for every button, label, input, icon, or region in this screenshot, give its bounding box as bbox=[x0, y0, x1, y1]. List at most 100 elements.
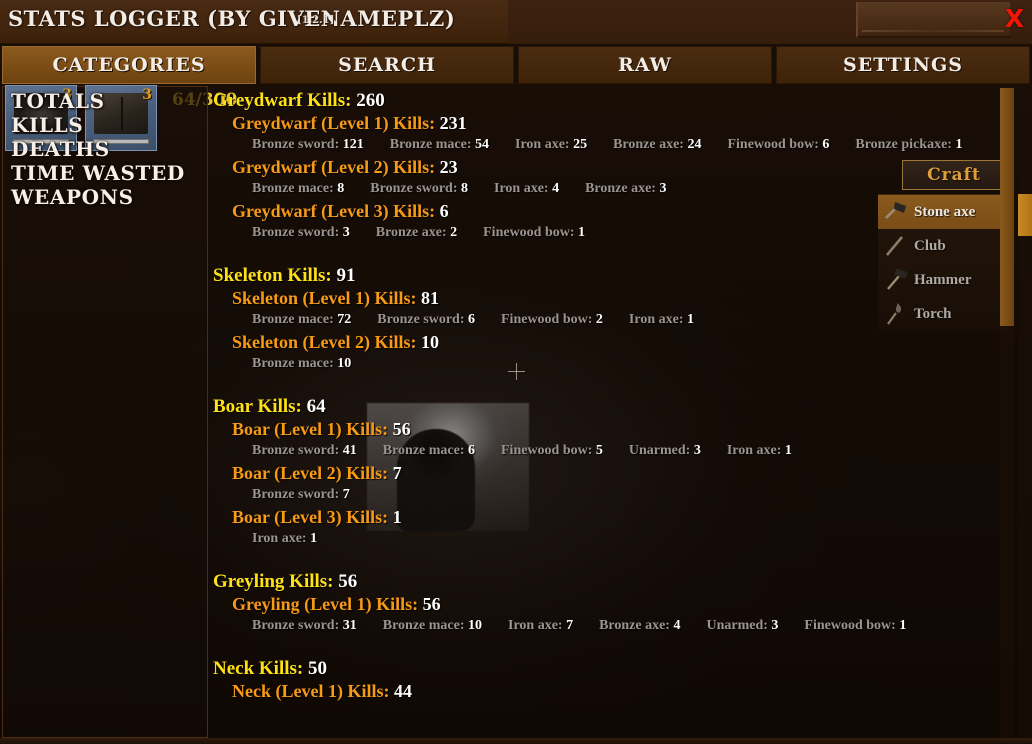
stats-weapon-name: Finewood bow: bbox=[804, 618, 896, 633]
stats-weapon-entry: Bronze mace: 10 bbox=[383, 618, 482, 633]
stats-weapon-count: 3 bbox=[693, 443, 701, 458]
stats-weapon-name: Bronze sword: bbox=[252, 443, 340, 458]
stats-weapon-name: Finewood bow: bbox=[483, 225, 575, 240]
stats-weapon-count: 10 bbox=[468, 618, 482, 633]
stats-level-name: Boar (Level 1) Kills: bbox=[232, 419, 389, 439]
stats-level-count: 231 bbox=[439, 113, 467, 133]
stats-weapon-entry: Bronze axe: 4 bbox=[599, 618, 680, 633]
axe-icon bbox=[882, 199, 910, 225]
stats-weapon-count: 72 bbox=[337, 312, 352, 327]
sidebar-item-totals[interactable]: Totals bbox=[11, 89, 185, 113]
craft-button[interactable]: Craft bbox=[902, 160, 1006, 190]
stats-group-name: Greyling Kills: bbox=[213, 571, 334, 592]
stats-weapon-name: Bronze sword: bbox=[252, 137, 340, 152]
stats-level-title: Boar (Level 1) Kills: 56 bbox=[208, 418, 994, 440]
stats-weapon-entry: Bronze sword: 3 bbox=[252, 225, 350, 240]
tab-settings[interactable]: Settings bbox=[776, 46, 1030, 84]
stats-weapon-name: Bronze mace: bbox=[389, 137, 472, 152]
stats-weapon-name: Bronze axe: bbox=[585, 181, 656, 196]
craft-item-label: Torch bbox=[914, 305, 952, 322]
stats-level-name: Greydwarf (Level 2) Kills: bbox=[232, 157, 436, 177]
stats-group-name: Neck Kills: bbox=[213, 658, 304, 679]
category-sidebar: 33 Totals Kills Deaths Time Wasted Weapons bbox=[2, 85, 208, 738]
game-panel-scrollbar-thumb[interactable] bbox=[1018, 194, 1032, 236]
stats-weapon-entry: Bronze mace: 54 bbox=[390, 137, 489, 152]
craft-item-label: Hammer bbox=[914, 271, 972, 288]
sidebar-item-time-wasted[interactable]: Time Wasted bbox=[11, 161, 185, 185]
version-label: [1.2.1] bbox=[297, 15, 335, 26]
stats-logger-window: Stats Logger (by givenameplz) [1.2.1] X … bbox=[0, 0, 1032, 744]
stats-weapon-name: Finewood bow: bbox=[501, 443, 593, 458]
craft-item-hammer[interactable]: Hammer bbox=[878, 263, 1008, 297]
stats-weapon-count: 1 bbox=[310, 531, 318, 546]
stats-level-count: 23 bbox=[439, 157, 458, 177]
stats-level-title: Neck (Level 1) Kills: 44 bbox=[208, 680, 994, 702]
tab-raw[interactable]: Raw bbox=[518, 46, 772, 84]
window-title: Stats Logger (by givenameplz) bbox=[8, 6, 456, 31]
craft-item-label: Club bbox=[914, 237, 946, 254]
stats-weapon-breakdown: Bronze sword: 31 Bronze mace: 10 Iron axe:… bbox=[208, 615, 994, 637]
stats-weapon-entry: Bronze axe: 2 bbox=[376, 225, 457, 240]
stats-weapon-entry: Bronze sword: 41 bbox=[252, 443, 357, 458]
stats-weapon-count: 1 bbox=[578, 225, 586, 240]
stats-level-name: Skeleton (Level 2) Kills: bbox=[232, 332, 417, 352]
stats-weapon-name: Unarmed: bbox=[706, 618, 768, 633]
stats-weapon-name: Bronze axe: bbox=[375, 225, 447, 240]
stats-weapon-count: 3 bbox=[771, 618, 779, 633]
stats-weapon-name: Bronze axe: bbox=[613, 137, 684, 152]
stats-weapon-count: 41 bbox=[342, 443, 357, 458]
craft-item-torch[interactable]: Torch bbox=[878, 297, 1008, 331]
stats-weapon-breakdown: Iron axe: 1 bbox=[208, 528, 994, 550]
stats-level-name: Skeleton (Level 1) Kills: bbox=[232, 288, 417, 308]
stats-group-total: 64 bbox=[306, 396, 326, 417]
sidebar-item-kills[interactable]: Kills bbox=[11, 113, 185, 137]
stats-level-count: 6 bbox=[439, 201, 449, 221]
stats-weapon-entry: Bronze mace: 10 bbox=[252, 356, 351, 371]
stats-weapon-name: Iron axe: bbox=[726, 443, 782, 458]
stats-weapon-name: Bronze sword: bbox=[252, 618, 340, 633]
hammer-icon bbox=[882, 267, 910, 293]
stats-weapon-count: 1 bbox=[686, 312, 694, 327]
close-icon[interactable]: X bbox=[1005, 6, 1024, 31]
sidebar-item-deaths[interactable]: Deaths bbox=[11, 137, 185, 161]
stats-weapon-entry: Bronze mace: 72 bbox=[252, 312, 351, 327]
stats-weapon-name: Bronze sword: bbox=[252, 487, 340, 502]
stats-weapon-count: 31 bbox=[342, 618, 357, 633]
stats-weapon-count: 2 bbox=[450, 225, 458, 240]
craft-item-stone-axe[interactable]: Stone axe bbox=[878, 195, 1008, 229]
craft-item-club[interactable]: Club bbox=[878, 229, 1008, 263]
game-panel-scrollbar[interactable] bbox=[1018, 86, 1032, 738]
stats-weapon-entry: Bronze axe: 3 bbox=[585, 181, 666, 196]
stats-weapon-count: 121 bbox=[342, 137, 364, 152]
stats-weapon-entry: Unarmed: 3 bbox=[629, 443, 701, 458]
stats-weapon-entry: Finewood bow: 1 bbox=[804, 618, 906, 633]
stats-group: Neck Kills: 50 Neck (Level 1) Kills: 44 bbox=[208, 657, 994, 702]
stats-group: Boar Kills: 64 Boar (Level 1) Kills: 56 Br… bbox=[208, 395, 994, 550]
stats-level-title: Greyling (Level 1) Kills: 56 bbox=[208, 593, 994, 615]
tab-categories[interactable]: Categories bbox=[2, 46, 256, 84]
stats-weapon-name: Finewood bow: bbox=[727, 137, 819, 152]
stats-weapon-entry: Iron axe: 1 bbox=[727, 443, 792, 458]
stats-weapon-entry: Unarmed: 3 bbox=[706, 618, 778, 633]
stats-group-name: Boar Kills: bbox=[213, 396, 302, 417]
tab-search[interactable]: Search bbox=[260, 46, 514, 84]
stats-group-total: 56 bbox=[338, 571, 358, 592]
sidebar-item-weapons[interactable]: Weapons bbox=[11, 185, 185, 209]
stats-level-count: 81 bbox=[420, 288, 439, 308]
stats-group-total: 50 bbox=[308, 658, 327, 679]
content-scrollbar[interactable] bbox=[1000, 86, 1014, 738]
stats-weapon-count: 7 bbox=[566, 618, 574, 633]
stats-weapon-count: 6 bbox=[468, 312, 475, 327]
stats-group-total: 260 bbox=[356, 90, 385, 111]
stats-level-title: Boar (Level 2) Kills: 7 bbox=[208, 462, 994, 484]
content-scrollbar-thumb[interactable] bbox=[1000, 88, 1014, 326]
stats-group-title: Neck Kills: 50 bbox=[208, 657, 994, 680]
stats-weapon-count: 7 bbox=[342, 487, 350, 502]
stats-weapon-count: 3 bbox=[659, 181, 667, 196]
stats-weapon-count: 6 bbox=[822, 137, 830, 152]
stats-weapon-name: Unarmed: bbox=[628, 443, 691, 458]
stats-weapon-entry: Bronze sword: 6 bbox=[377, 312, 475, 327]
stats-weapon-count: 25 bbox=[573, 137, 588, 152]
stats-weapon-name: Bronze sword: bbox=[377, 312, 465, 327]
stats-level-count: 7 bbox=[392, 463, 402, 483]
